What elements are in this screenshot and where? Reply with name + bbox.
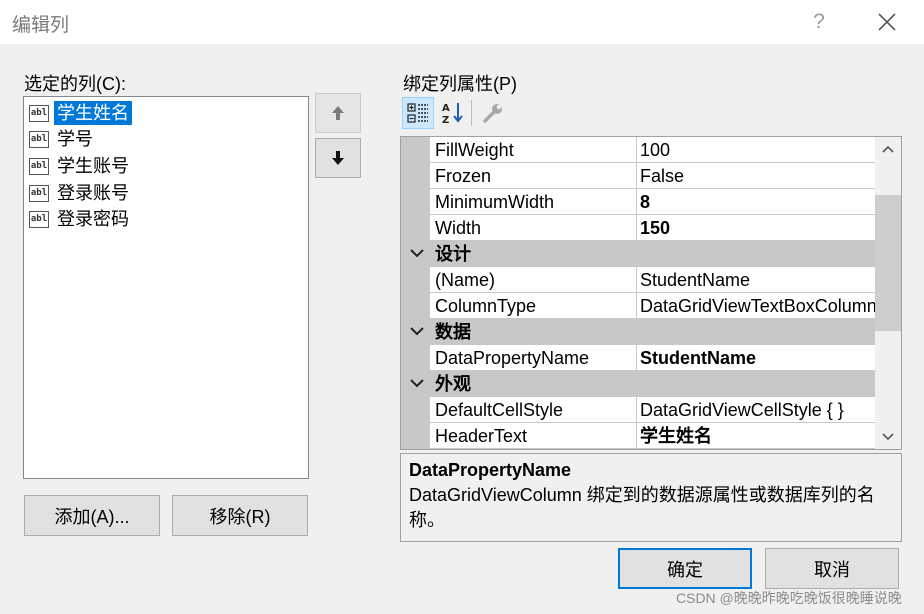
list-item[interactable]: abl 学生姓名 (29, 101, 132, 125)
list-item-label: 学生姓名 (54, 101, 132, 125)
property-value[interactable]: 150 (637, 215, 875, 240)
property-value[interactable]: False (637, 163, 875, 188)
property-row[interactable]: FillWeight 100 (401, 137, 875, 163)
category-label: 设计 (435, 244, 471, 264)
textbox-column-icon: abl (29, 157, 49, 175)
close-button[interactable] (870, 6, 904, 38)
textbox-column-icon: abl (29, 184, 49, 202)
sort-alphabetical-icon: A Z (442, 103, 463, 126)
property-name: DefaultCellStyle (430, 397, 636, 422)
property-row[interactable]: HeaderText 学生姓名 (401, 423, 875, 449)
scroll-up-button[interactable] (875, 137, 901, 161)
textbox-column-icon: abl (29, 210, 49, 228)
property-row[interactable]: ColumnType DataGridViewTextBoxColumn (401, 293, 875, 319)
svg-text:A: A (442, 103, 450, 114)
watermark: CSDN @晚晚昨晚吃晚饭很晚睡说晚 (676, 590, 902, 606)
property-row[interactable]: DataPropertyName StudentName (401, 345, 875, 371)
property-value[interactable]: StudentName (637, 345, 875, 370)
property-grid[interactable]: FillWeight 100 Frozen False MinimumWidth… (400, 136, 902, 450)
toolbar-separator (471, 100, 472, 126)
selected-columns-label: 选定的列(C): (24, 74, 126, 94)
cancel-button[interactable]: 取消 (765, 548, 899, 589)
category-label: 外观 (435, 374, 471, 394)
move-down-button[interactable] (315, 138, 361, 178)
list-item-label: 登录密码 (57, 209, 129, 229)
chevron-down-icon (410, 379, 424, 388)
scroll-thumb[interactable] (875, 195, 901, 331)
dialog-title: 编辑列 (12, 15, 70, 36)
property-value[interactable]: 100 (637, 137, 875, 162)
move-up-button[interactable] (315, 93, 361, 133)
remove-button[interactable]: 移除(R) (172, 495, 308, 536)
list-item[interactable]: abl 学生账号 (29, 154, 132, 178)
category-row[interactable]: 外观 (401, 371, 875, 397)
property-value[interactable]: DataGridViewCellStyle { } (637, 397, 875, 422)
ok-button[interactable]: 确定 (618, 548, 752, 589)
help-button[interactable]: ? (806, 8, 832, 36)
chevron-down-icon (410, 249, 424, 258)
property-value[interactable]: 学生姓名 (637, 423, 875, 448)
help-description: DataGridViewColumn 绑定到的数据源属性或数据库列的名称。 (409, 485, 875, 530)
title-bar: 编辑列 ? (0, 0, 924, 44)
category-row[interactable]: 设计 (401, 241, 875, 267)
property-name: HeaderText (430, 423, 636, 448)
property-value[interactable]: DataGridViewTextBoxColumn (637, 293, 875, 318)
vertical-scrollbar[interactable] (875, 137, 901, 449)
list-item[interactable]: abl 学号 (29, 127, 96, 151)
wrench-icon (483, 104, 502, 123)
textbox-column-icon: abl (29, 104, 49, 122)
property-row[interactable]: DefaultCellStyle DataGridViewCellStyle {… (401, 397, 875, 423)
list-item-label: 学号 (57, 129, 93, 149)
close-icon (878, 13, 896, 31)
textbox-column-icon: abl (29, 130, 49, 148)
categorized-button[interactable] (402, 97, 434, 129)
chevron-up-icon (882, 145, 894, 153)
property-row[interactable]: Width 150 (401, 215, 875, 241)
property-row[interactable]: Frozen False (401, 163, 875, 189)
property-name: (Name) (430, 267, 636, 292)
property-name: Width (430, 215, 636, 240)
category-row[interactable]: 数据 (401, 319, 875, 345)
arrow-down-icon (332, 151, 344, 165)
list-item-label: 学生账号 (57, 156, 129, 176)
property-name: ColumnType (430, 293, 636, 318)
categorized-icon (407, 103, 428, 123)
property-row[interactable]: MinimumWidth 8 (401, 189, 875, 215)
property-name: Frozen (430, 163, 636, 188)
list-item[interactable]: abl 登录账号 (29, 181, 132, 205)
property-name: MinimumWidth (430, 189, 636, 214)
alphabetical-button[interactable]: A Z (437, 97, 469, 129)
list-item[interactable]: abl 登录密码 (29, 207, 132, 231)
property-pages-button[interactable] (477, 97, 509, 129)
chevron-down-icon (410, 327, 424, 336)
property-value[interactable]: StudentName (637, 267, 875, 292)
properties-label: 绑定列属性(P) (403, 74, 517, 94)
selected-columns-list[interactable]: abl 学生姓名 abl 学号 abl 学生账号 abl 登录账号 abl 登录… (23, 96, 309, 479)
svg-text:Z: Z (442, 115, 449, 126)
add-button[interactable]: 添加(A)... (24, 495, 160, 536)
scroll-down-button[interactable] (875, 425, 901, 449)
property-name: FillWeight (430, 137, 636, 162)
property-help-panel: DataPropertyName DataGridViewColumn 绑定到的… (400, 453, 902, 542)
arrow-up-icon (332, 106, 344, 120)
help-title: DataPropertyName (409, 460, 572, 480)
property-row[interactable]: (Name) StudentName (401, 267, 875, 293)
list-item-label: 登录账号 (57, 183, 129, 203)
property-value[interactable]: 8 (637, 189, 875, 214)
category-label: 数据 (435, 322, 471, 342)
property-name: DataPropertyName (430, 345, 636, 370)
chevron-down-icon (882, 433, 894, 441)
